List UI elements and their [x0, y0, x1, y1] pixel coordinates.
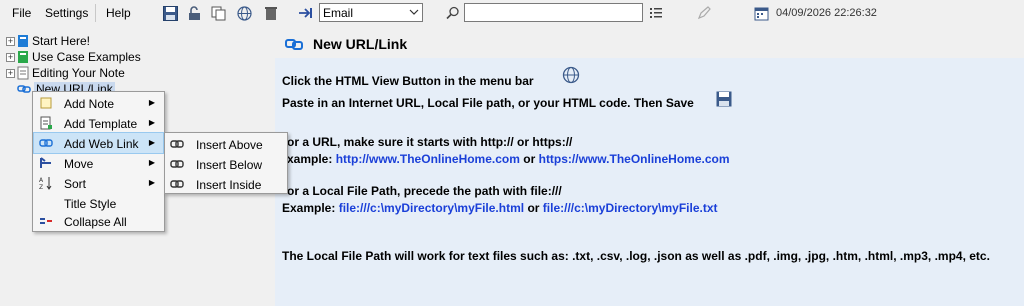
- menu-file[interactable]: File: [12, 6, 31, 20]
- submenu-label: Insert Below: [196, 158, 263, 172]
- sort-icon: AZ: [39, 177, 52, 190]
- globe-icon[interactable]: [235, 4, 253, 22]
- example-line: Example: file:///c:\myDirectory\myFile.h…: [282, 201, 718, 215]
- example-or: or: [527, 201, 543, 215]
- expand-icon[interactable]: +: [6, 52, 15, 62]
- datetime-display: 04/09/2026 22:26:32: [776, 7, 877, 19]
- submenu-item-insert-inside[interactable]: Insert Inside: [166, 174, 286, 194]
- context-menu-item-title-style[interactable]: Title Style: [34, 193, 163, 213]
- note-header: New URL/Link: [275, 28, 1024, 58]
- collapse-icon: [40, 218, 52, 224]
- submenu-item-insert-below[interactable]: Insert Below: [166, 154, 286, 174]
- example-line: xample: http://www.TheOnlineHome.com or …: [287, 152, 730, 166]
- submenu-label: Insert Inside: [196, 178, 262, 192]
- notebook-icon: [18, 35, 28, 47]
- context-menu-item-add-note[interactable]: Add Note ▶: [34, 93, 163, 113]
- save-icon: [716, 91, 732, 107]
- expand-icon[interactable]: +: [6, 68, 15, 78]
- toolbar: File Settings Help Email 04/09/2026 22:2…: [0, 0, 1024, 27]
- context-menu-label: Collapse All: [64, 215, 127, 229]
- trash-icon[interactable]: [262, 4, 280, 22]
- context-menu-label: Sort: [64, 177, 87, 191]
- tree-item[interactable]: + Use Case Examples: [6, 49, 141, 65]
- instruction-line: The Local File Path will work for text f…: [282, 249, 990, 263]
- context-menu-item-sort[interactable]: AZ Sort ▶: [34, 173, 163, 193]
- context-menu-item-collapse-all[interactable]: Collapse All: [34, 211, 163, 231]
- context-menu-item-move[interactable]: Move ▶: [34, 153, 163, 173]
- example-or: or: [523, 152, 539, 166]
- svg-text:A: A: [39, 177, 44, 184]
- link-icon: [285, 39, 303, 50]
- link-icon: [17, 85, 31, 93]
- instruction-line: or a Local File Path, precede the path w…: [287, 184, 562, 198]
- note-add-icon: [40, 97, 52, 109]
- submenu-label: Insert Above: [196, 138, 263, 152]
- svg-text:Z: Z: [39, 184, 43, 190]
- submenu-arrow-icon: ▶: [148, 98, 155, 107]
- submenu-item-insert-above[interactable]: Insert Above: [166, 134, 286, 154]
- context-menu: Add Note ▶ Add Template ▶ Add Web Link ▶…: [32, 91, 165, 232]
- example-link[interactable]: http://www.TheOnlineHome.com: [336, 152, 520, 166]
- link-icon: [170, 140, 184, 148]
- list-icon[interactable]: [647, 4, 665, 22]
- move-icon: [40, 157, 51, 168]
- pencil-icon[interactable]: [695, 4, 713, 22]
- link-icon: [170, 160, 184, 168]
- tree-item[interactable]: + Editing Your Note: [6, 65, 125, 81]
- link-icon: [39, 139, 53, 147]
- note-icon: [17, 66, 29, 80]
- category-select[interactable]: Email: [319, 3, 423, 22]
- context-menu-label: Add Web Link: [64, 137, 139, 151]
- submenu-arrow-icon: ▶: [148, 158, 155, 167]
- context-menu-item-add-template[interactable]: Add Template ▶: [34, 113, 163, 133]
- submenu-arrow-icon: ▶: [148, 138, 155, 147]
- tree-item-label: Start Here!: [32, 34, 91, 48]
- unlock-icon[interactable]: [185, 4, 203, 22]
- example-link[interactable]: https://www.TheOnlineHome.com: [539, 152, 730, 166]
- example-prefix: Example:: [282, 201, 339, 215]
- instruction-line: Paste in an Internet URL, Local File pat…: [282, 96, 694, 110]
- context-menu-label: Title Style: [64, 197, 117, 211]
- example-link[interactable]: file:///c:\myDirectory\myFile.html: [339, 201, 524, 215]
- template-icon: [40, 116, 52, 130]
- search-input[interactable]: [464, 3, 643, 22]
- chevron-down-icon: [409, 9, 419, 15]
- expand-icon[interactable]: +: [6, 36, 15, 46]
- note-content-pane: New URL/Link Click the HTML View Button …: [275, 28, 1024, 306]
- link-icon: [170, 180, 184, 188]
- save-icon[interactable]: [161, 4, 179, 22]
- tree-item[interactable]: + Start Here!: [6, 33, 90, 49]
- context-menu-label: Move: [64, 157, 94, 171]
- copy-icon[interactable]: [209, 4, 227, 22]
- calendar-icon[interactable]: [752, 4, 770, 22]
- instruction-line: or a URL, make sure it starts with http:…: [287, 135, 573, 149]
- notebook-icon: [18, 51, 28, 63]
- submenu-arrow-icon: ▶: [148, 178, 155, 187]
- submenu-arrow-icon: ▶: [148, 118, 155, 127]
- tree-item-label: Editing Your Note: [32, 66, 125, 80]
- note-title: New URL/Link: [313, 36, 408, 52]
- search-icon[interactable]: [444, 4, 462, 22]
- example-link[interactable]: file:///c:\myDirectory\myFile.txt: [543, 201, 718, 215]
- web-link-submenu: Insert Above Insert Below Insert Inside: [164, 132, 288, 194]
- separator: [95, 4, 96, 22]
- import-arrow-icon[interactable]: [297, 4, 315, 22]
- instruction-line: Click the HTML View Button in the menu b…: [282, 74, 534, 88]
- tree-item-label: Use Case Examples: [32, 50, 141, 64]
- category-select-value: Email: [323, 6, 354, 20]
- context-menu-item-add-web-link[interactable]: Add Web Link ▶: [33, 132, 164, 154]
- globe-icon: [562, 66, 580, 84]
- menu-settings[interactable]: Settings: [45, 6, 88, 20]
- example-prefix: xample:: [287, 152, 336, 166]
- context-menu-label: Add Note: [64, 97, 115, 111]
- context-menu-label: Add Template: [64, 117, 138, 131]
- menu-help[interactable]: Help: [106, 6, 131, 20]
